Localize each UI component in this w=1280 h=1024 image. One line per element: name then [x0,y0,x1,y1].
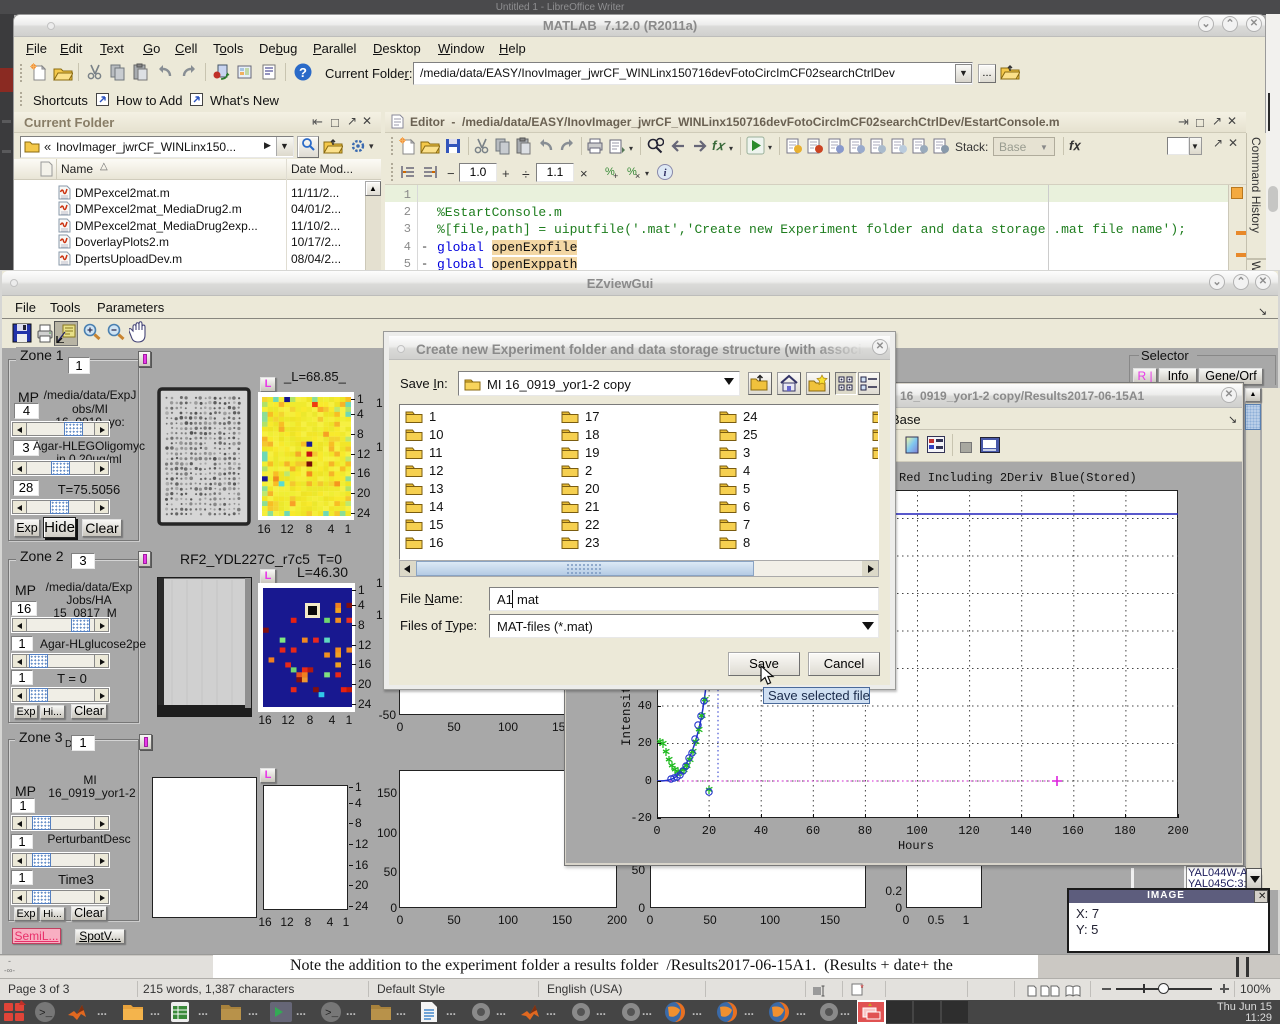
svg-text:>_: >_ [39,1008,53,1020]
svg-text:>_: >_ [325,1008,339,1020]
svg-text:*: * [860,983,864,993]
svg-text:+: + [613,171,618,181]
svg-text:×: × [635,171,640,181]
svg-text:?: ? [299,65,307,80]
